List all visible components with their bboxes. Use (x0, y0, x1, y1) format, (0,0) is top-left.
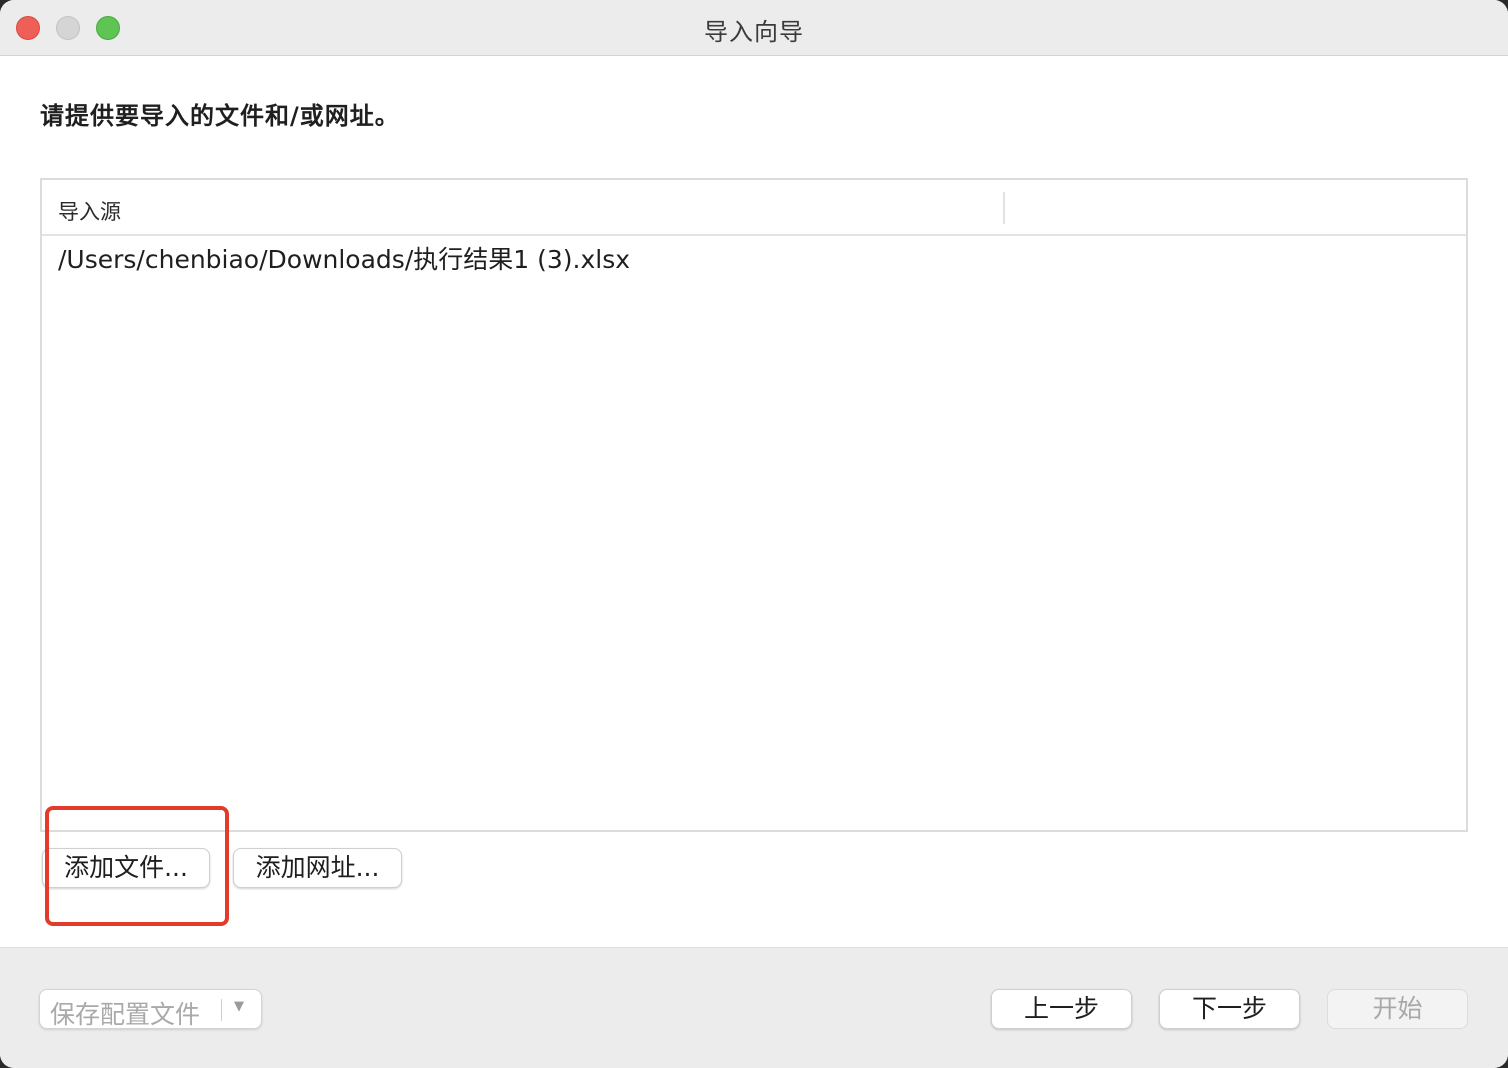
import-wizard-window: 导入向导 请提供要导入的文件和/或网址。 导入源 /Users/chenbiao… (0, 0, 1508, 1068)
save-profile-button[interactable]: 保存配置文件 ▼ (39, 989, 262, 1029)
column-header-import-source[interactable]: 导入源 (58, 196, 121, 226)
import-source-table[interactable]: 导入源 /Users/chenbiao/Downloads/执行结果1 (3).… (40, 178, 1468, 832)
table-row[interactable]: /Users/chenbiao/Downloads/执行结果1 (3).xlsx (58, 240, 630, 276)
next-step-button[interactable]: 下一步 (1159, 989, 1300, 1029)
start-button[interactable]: 开始 (1327, 989, 1468, 1029)
previous-step-button[interactable]: 上一步 (991, 989, 1132, 1029)
dropdown-arrow-icon[interactable]: ▼ (234, 999, 244, 1014)
add-url-button[interactable]: 添加网址... (233, 848, 402, 888)
save-profile-separator (221, 999, 222, 1021)
title-bar: 导入向导 (0, 0, 1508, 56)
window-title: 导入向导 (704, 18, 804, 46)
instruction-text: 请提供要导入的文件和/或网址。 (40, 102, 400, 130)
table-header: 导入源 (42, 180, 1466, 236)
save-profile-label: 保存配置文件 (50, 1000, 201, 1029)
footer-bar: 保存配置文件 ▼ 上一步 下一步 开始 (0, 947, 1508, 1068)
add-file-button[interactable]: 添加文件... (42, 848, 210, 888)
column-divider[interactable] (1003, 192, 1005, 224)
